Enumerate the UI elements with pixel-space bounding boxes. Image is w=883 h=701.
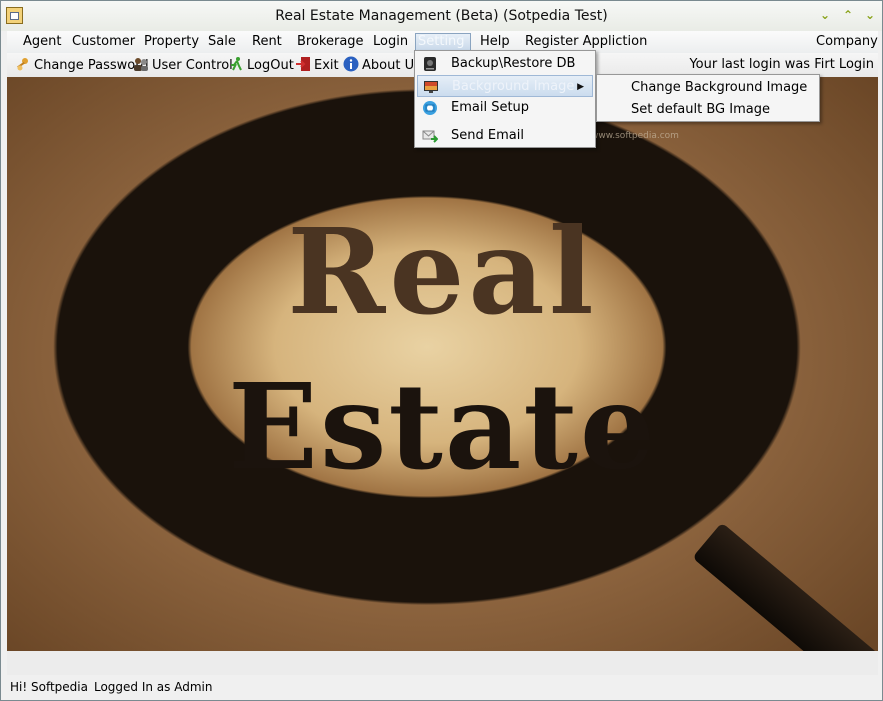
change-password-button[interactable]: Change Password xyxy=(15,56,149,74)
menu-customer[interactable]: Customer xyxy=(70,33,137,51)
minimize-button[interactable]: ⌄ xyxy=(816,6,834,24)
status-greeting: Hi! Softpedia xyxy=(10,680,88,694)
menu-item-backup-restore[interactable]: Backup\Restore DB xyxy=(417,53,593,75)
menu-login[interactable]: Login xyxy=(371,33,410,51)
menu-item-email-setup[interactable]: Email Setup xyxy=(417,97,593,119)
menu-help[interactable]: Help xyxy=(478,33,512,51)
monitor-image-icon xyxy=(423,79,439,95)
menu-agent[interactable]: Agent xyxy=(21,33,63,51)
background-text-estate: Estate xyxy=(228,357,657,496)
menu-item-backup-restore-label: Backup\Restore DB xyxy=(451,56,576,71)
menu-company[interactable]: Company xyxy=(814,33,880,51)
maximize-button[interactable]: ⌃ xyxy=(839,6,857,24)
status-login: Logged In as Admin xyxy=(93,680,213,694)
info-icon xyxy=(343,56,359,72)
exit-label: Exit xyxy=(314,58,339,73)
menu-item-send-email[interactable]: Send Email xyxy=(417,125,593,147)
chevron-down-icon: ⌄ xyxy=(864,8,876,22)
menu-setting[interactable]: Setting xyxy=(415,33,471,51)
menu-property[interactable]: Property xyxy=(142,33,201,51)
setting-dropdown: Backup\Restore DB Background Image ▶ Ema… xyxy=(414,50,596,148)
softpedia-watermark: www.softpedia.com xyxy=(591,131,679,141)
submenu-change-background[interactable]: Change Background Image xyxy=(631,77,807,99)
last-login-note: Your last login was Firt Login xyxy=(689,57,874,72)
menu-brokerage[interactable]: Brokerage xyxy=(295,33,366,51)
user-control-button[interactable]: User Control xyxy=(133,56,233,74)
about-us-button[interactable]: About Us xyxy=(343,56,421,74)
change-password-label: Change Password xyxy=(34,58,149,73)
database-icon xyxy=(422,56,438,72)
background-image-submenu: Change Background Image Set default BG I… xyxy=(596,74,820,122)
menu-register-application[interactable]: Register Appliction xyxy=(523,33,649,51)
title-bar[interactable]: Real Estate Management (Beta) (Sotpedia … xyxy=(1,1,882,31)
email-gear-icon xyxy=(422,100,438,116)
logout-button[interactable]: LogOut xyxy=(228,56,294,74)
menu-item-background-image-label: Background Image xyxy=(452,79,575,94)
main-background: Real Estate xyxy=(7,77,878,651)
app-window: Real Estate Management (Beta) (Sotpedia … xyxy=(0,0,883,701)
menu-item-email-setup-label: Email Setup xyxy=(451,100,530,115)
exit-button[interactable]: Exit xyxy=(295,56,339,74)
window-title: Real Estate Management (Beta) (Sotpedia … xyxy=(275,8,608,24)
menu-rent[interactable]: Rent xyxy=(250,33,284,51)
chevron-up-icon: ⌃ xyxy=(842,8,854,22)
background-text-real: Real xyxy=(287,202,598,341)
submenu-arrow-icon: ▶ xyxy=(577,82,584,92)
bottom-panel xyxy=(7,651,878,675)
magnifier-handle xyxy=(692,522,878,651)
user-control-label: User Control xyxy=(152,58,233,73)
exit-door-icon xyxy=(295,56,311,72)
status-bar: Hi! Softpedia Logged In as Admin xyxy=(7,677,878,697)
runner-icon xyxy=(228,56,244,72)
logout-label: LogOut xyxy=(247,58,294,73)
submenu-set-default-background[interactable]: Set default BG Image xyxy=(631,99,770,121)
about-us-label: About Us xyxy=(362,58,421,73)
menu-item-send-email-label: Send Email xyxy=(451,128,524,143)
key-user-icon xyxy=(15,56,31,72)
email-send-icon xyxy=(422,128,439,144)
menu-item-background-image[interactable]: Background Image ▶ xyxy=(417,75,593,97)
menu-sale[interactable]: Sale xyxy=(206,33,238,51)
users-icon xyxy=(133,56,149,72)
close-button[interactable]: ⌄ xyxy=(861,6,879,24)
chevron-down-icon: ⌄ xyxy=(819,8,831,22)
